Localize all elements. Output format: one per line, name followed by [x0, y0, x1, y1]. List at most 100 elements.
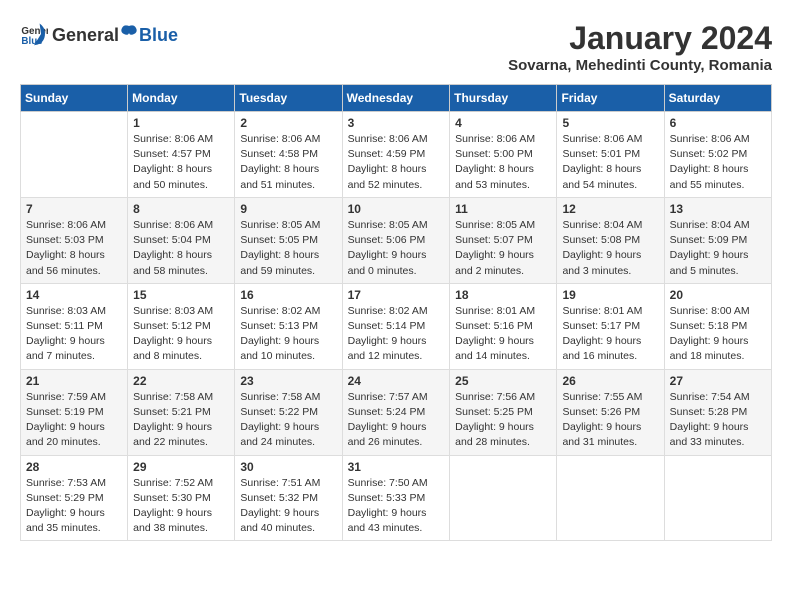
day-number: 28 — [26, 460, 122, 474]
calendar-cell: 5 Sunrise: 8:06 AMSunset: 5:01 PMDaylight… — [557, 112, 664, 198]
calendar-week-row: 14Sunrise: 8:03 AMSunset: 5:11 PMDayligh… — [21, 283, 772, 369]
day-number: 25 — [455, 374, 551, 388]
calendar-cell: 18Sunrise: 8:01 AMSunset: 5:16 PMDayligh… — [450, 283, 557, 369]
day-number: 14 — [26, 288, 122, 302]
location-title: Sovarna, Mehedinti County, Romania — [508, 57, 772, 74]
calendar-cell — [557, 455, 664, 541]
weekday-header-monday: Monday — [128, 85, 235, 112]
day-number: 19 — [562, 288, 658, 302]
day-number: 21 — [26, 374, 122, 388]
day-info: Sunrise: 7:50 AMSunset: 5:33 PMDaylight:… — [348, 476, 445, 537]
calendar-cell: 2 Sunrise: 8:06 AMSunset: 4:58 PMDaylight… — [235, 112, 342, 198]
day-info: Sunrise: 8:05 AMSunset: 5:07 PMDaylight:… — [455, 218, 551, 279]
day-info: Sunrise: 7:53 AMSunset: 5:29 PMDaylight:… — [26, 476, 122, 537]
logo: General Blue General Blue — [20, 20, 178, 48]
day-info: Sunrise: 8:00 AMSunset: 5:18 PMDaylight:… — [670, 304, 766, 365]
calendar-week-row: 21Sunrise: 7:59 AMSunset: 5:19 PMDayligh… — [21, 369, 772, 455]
day-info: Sunrise: 7:58 AMSunset: 5:22 PMDaylight:… — [240, 390, 336, 451]
calendar-cell: 9 Sunrise: 8:05 AMSunset: 5:05 PMDaylight… — [235, 197, 342, 283]
day-number: 13 — [670, 202, 766, 216]
calendar-cell: 29 Sunrise: 7:52 AMSunset: 5:30 PMDayligh… — [128, 455, 235, 541]
calendar-cell: 25 Sunrise: 7:56 AMSunset: 5:25 PMDayligh… — [450, 369, 557, 455]
day-number: 4 — [455, 116, 551, 130]
day-info: Sunrise: 8:06 AMSunset: 4:58 PMDaylight:… — [240, 132, 336, 193]
calendar-week-row: 1 Sunrise: 8:06 AMSunset: 4:57 PMDaylight… — [21, 112, 772, 198]
day-number: 24 — [348, 374, 445, 388]
calendar-cell: 15Sunrise: 8:03 AMSunset: 5:12 PMDayligh… — [128, 283, 235, 369]
day-info: Sunrise: 8:01 AMSunset: 5:17 PMDaylight:… — [562, 304, 658, 365]
day-number: 3 — [348, 116, 445, 130]
calendar-cell: 26 Sunrise: 7:55 AMSunset: 5:26 PMDayligh… — [557, 369, 664, 455]
calendar-cell: 20 Sunrise: 8:00 AMSunset: 5:18 PMDayligh… — [664, 283, 771, 369]
calendar-cell: 3 Sunrise: 8:06 AMSunset: 4:59 PMDaylight… — [342, 112, 450, 198]
day-info: Sunrise: 8:03 AMSunset: 5:12 PMDaylight:… — [133, 304, 229, 365]
weekday-header-thursday: Thursday — [450, 85, 557, 112]
day-number: 16 — [240, 288, 336, 302]
day-number: 6 — [670, 116, 766, 130]
logo-icon: General Blue — [20, 20, 48, 48]
calendar-cell: 13 Sunrise: 8:04 AMSunset: 5:09 PMDayligh… — [664, 197, 771, 283]
day-info: Sunrise: 7:58 AMSunset: 5:21 PMDaylight:… — [133, 390, 229, 451]
calendar-cell: 4 Sunrise: 8:06 AMSunset: 5:00 PMDaylight… — [450, 112, 557, 198]
calendar-cell: 28 Sunrise: 7:53 AMSunset: 5:29 PMDayligh… — [21, 455, 128, 541]
calendar-cell: 22 Sunrise: 7:58 AMSunset: 5:21 PMDayligh… — [128, 369, 235, 455]
weekday-header-tuesday: Tuesday — [235, 85, 342, 112]
day-info: Sunrise: 7:57 AMSunset: 5:24 PMDaylight:… — [348, 390, 445, 451]
weekday-header-sunday: Sunday — [21, 85, 128, 112]
title-block: January 2024 Sovarna, Mehedinti County, … — [508, 20, 772, 74]
day-info: Sunrise: 8:05 AMSunset: 5:05 PMDaylight:… — [240, 218, 336, 279]
calendar-header-row: SundayMondayTuesdayWednesdayThursdayFrid… — [21, 85, 772, 112]
day-number: 20 — [670, 288, 766, 302]
calendar-cell: 14Sunrise: 8:03 AMSunset: 5:11 PMDayligh… — [21, 283, 128, 369]
day-number: 17 — [348, 288, 445, 302]
day-info: Sunrise: 8:06 AMSunset: 5:03 PMDaylight:… — [26, 218, 122, 279]
day-info: Sunrise: 8:06 AMSunset: 4:57 PMDaylight:… — [133, 132, 229, 193]
day-number: 26 — [562, 374, 658, 388]
calendar-cell: 19 Sunrise: 8:01 AMSunset: 5:17 PMDayligh… — [557, 283, 664, 369]
page-header: General Blue General Blue January 2024 S… — [20, 20, 772, 74]
day-info: Sunrise: 8:05 AMSunset: 5:06 PMDaylight:… — [348, 218, 445, 279]
day-number: 11 — [455, 202, 551, 216]
day-number: 31 — [348, 460, 445, 474]
svg-text:Blue: Blue — [21, 36, 43, 47]
calendar-week-row: 7Sunrise: 8:06 AMSunset: 5:03 PMDaylight… — [21, 197, 772, 283]
day-info: Sunrise: 7:56 AMSunset: 5:25 PMDaylight:… — [455, 390, 551, 451]
calendar-cell: 21Sunrise: 7:59 AMSunset: 5:19 PMDayligh… — [21, 369, 128, 455]
day-info: Sunrise: 8:06 AMSunset: 4:59 PMDaylight:… — [348, 132, 445, 193]
calendar-cell: 30Sunrise: 7:51 AMSunset: 5:32 PMDayligh… — [235, 455, 342, 541]
calendar-cell: 16Sunrise: 8:02 AMSunset: 5:13 PMDayligh… — [235, 283, 342, 369]
day-number: 2 — [240, 116, 336, 130]
calendar-cell — [664, 455, 771, 541]
calendar-cell: 12Sunrise: 8:04 AMSunset: 5:08 PMDayligh… — [557, 197, 664, 283]
calendar-cell: 17Sunrise: 8:02 AMSunset: 5:14 PMDayligh… — [342, 283, 450, 369]
calendar-cell: 1 Sunrise: 8:06 AMSunset: 4:57 PMDaylight… — [128, 112, 235, 198]
day-number: 5 — [562, 116, 658, 130]
day-number: 23 — [240, 374, 336, 388]
day-info: Sunrise: 7:54 AMSunset: 5:28 PMDaylight:… — [670, 390, 766, 451]
day-info: Sunrise: 7:51 AMSunset: 5:32 PMDaylight:… — [240, 476, 336, 537]
calendar-cell: 8 Sunrise: 8:06 AMSunset: 5:04 PMDaylight… — [128, 197, 235, 283]
day-number: 10 — [348, 202, 445, 216]
calendar-cell — [21, 112, 128, 198]
day-info: Sunrise: 8:06 AMSunset: 5:01 PMDaylight:… — [562, 132, 658, 193]
day-info: Sunrise: 8:04 AMSunset: 5:09 PMDaylight:… — [670, 218, 766, 279]
weekday-header-wednesday: Wednesday — [342, 85, 450, 112]
day-number: 27 — [670, 374, 766, 388]
day-info: Sunrise: 8:04 AMSunset: 5:08 PMDaylight:… — [562, 218, 658, 279]
calendar-cell: 11 Sunrise: 8:05 AMSunset: 5:07 PMDayligh… — [450, 197, 557, 283]
day-number: 1 — [133, 116, 229, 130]
calendar-cell: 27 Sunrise: 7:54 AMSunset: 5:28 PMDayligh… — [664, 369, 771, 455]
day-info: Sunrise: 8:06 AMSunset: 5:00 PMDaylight:… — [455, 132, 551, 193]
day-info: Sunrise: 7:55 AMSunset: 5:26 PMDaylight:… — [562, 390, 658, 451]
calendar-cell: 23 Sunrise: 7:58 AMSunset: 5:22 PMDayligh… — [235, 369, 342, 455]
calendar-cell: 6 Sunrise: 8:06 AMSunset: 5:02 PMDaylight… — [664, 112, 771, 198]
day-info: Sunrise: 7:52 AMSunset: 5:30 PMDaylight:… — [133, 476, 229, 537]
day-info: Sunrise: 8:06 AMSunset: 5:02 PMDaylight:… — [670, 132, 766, 193]
calendar-table: SundayMondayTuesdayWednesdayThursdayFrid… — [20, 84, 772, 541]
day-info: Sunrise: 8:01 AMSunset: 5:16 PMDaylight:… — [455, 304, 551, 365]
day-number: 29 — [133, 460, 229, 474]
day-info: Sunrise: 8:06 AMSunset: 5:04 PMDaylight:… — [133, 218, 229, 279]
day-number: 8 — [133, 202, 229, 216]
day-number: 9 — [240, 202, 336, 216]
day-number: 22 — [133, 374, 229, 388]
